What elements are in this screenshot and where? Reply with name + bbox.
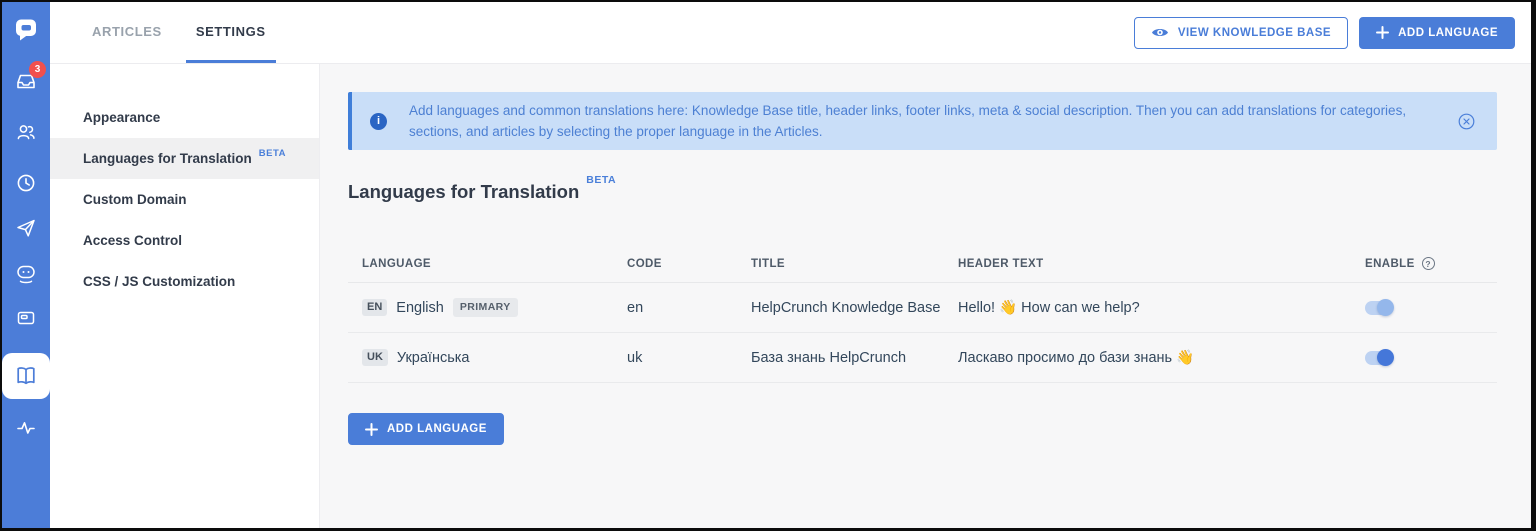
helpcrunch-app-window: 3 ARTICLES SETTINGS VIEW KNOWLEDGE BASE … <box>0 0 1536 531</box>
table-row-english: EN English PRIMARY en HelpCrunch Knowled… <box>348 283 1497 333</box>
people-icon <box>17 125 35 140</box>
sidebar-item-label: Custom Domain <box>83 192 187 207</box>
sidebar-item-label: Languages for Translation <box>83 151 252 166</box>
column-header-header-text: HEADER TEXT <box>958 257 1044 270</box>
add-language-label: ADD LANGUAGE <box>387 423 487 435</box>
sidebar-item-label: Access Control <box>83 233 183 248</box>
language-code-badge: UK <box>362 349 388 366</box>
languages-table: LANGUAGE CODE TITLE HEADER TEXT ENABLE ?… <box>348 245 1497 383</box>
column-header-language: LANGUAGE <box>362 257 432 270</box>
toggle-knob <box>1377 299 1394 316</box>
column-header-enable: ENABLE ? <box>1365 257 1497 270</box>
clock-icon <box>17 174 35 192</box>
chatbot-icon[interactable] <box>14 262 38 286</box>
tab-settings[interactable]: SETTINGS <box>185 2 276 63</box>
sidebar-item-custom-domain[interactable]: Custom Domain <box>50 179 319 220</box>
add-language-label: ADD LANGUAGE <box>1398 26 1498 39</box>
sidebar-item-access-control[interactable]: Access Control <box>50 220 319 261</box>
inbox-unread-badge: 3 <box>29 61 46 78</box>
paper-plane-icon <box>17 219 35 237</box>
add-language-button-top[interactable]: ADD LANGUAGE <box>1359 16 1515 49</box>
add-language-button-bottom[interactable]: ADD LANGUAGE <box>348 413 504 445</box>
language-name: Українська <box>396 349 470 366</box>
inbox-icon[interactable]: 3 <box>15 61 46 92</box>
banner-close-icon[interactable] <box>1458 113 1475 130</box>
eye-icon <box>1151 28 1168 37</box>
sidebar-item-css-js-customization[interactable]: CSS / JS Customization <box>50 261 319 302</box>
card-icon <box>17 311 35 325</box>
page-title: Languages for Translation <box>348 181 580 202</box>
language-cell: UK Українська <box>362 349 627 366</box>
chat-bubble-logo-icon <box>16 19 36 41</box>
campaigns-icon[interactable] <box>15 217 37 239</box>
helpcrunch-logo-icon[interactable] <box>12 15 40 43</box>
sidebar-item-appearance[interactable]: Appearance <box>50 97 319 138</box>
language-cell: EN English PRIMARY <box>362 298 627 317</box>
knowledge-base-icon[interactable] <box>2 353 50 399</box>
top-bar: ARTICLES SETTINGS VIEW KNOWLEDGE BASE AD… <box>50 2 1531 64</box>
analytics-icon[interactable] <box>15 417 37 439</box>
title-cell: База знань HelpCrunch <box>751 349 907 366</box>
enable-label: ENABLE <box>1365 257 1415 270</box>
sidebar-item-label: CSS / JS Customization <box>83 274 236 289</box>
table-row-ukrainian: UK Українська uk База знань HelpCrunch Л… <box>348 333 1497 383</box>
code-cell: en <box>627 299 644 316</box>
robot-icon <box>17 265 35 284</box>
widget-icon[interactable] <box>15 307 37 329</box>
open-book-icon <box>17 367 35 385</box>
enable-toggle-english[interactable] <box>1365 299 1394 316</box>
tab-articles[interactable]: ARTICLES <box>82 2 172 63</box>
history-icon[interactable] <box>15 172 37 194</box>
page-title-beta-badge: BETA <box>586 174 617 186</box>
title-cell: HelpCrunch Knowledge Base <box>751 299 941 316</box>
column-header-code: CODE <box>627 257 662 270</box>
help-icon[interactable]: ? <box>1421 257 1435 270</box>
column-header-title: TITLE <box>751 257 785 270</box>
view-knowledge-base-button[interactable]: VIEW KNOWLEDGE BASE <box>1133 16 1349 49</box>
page-title-row: Languages for Translation BETA <box>348 174 1497 203</box>
contacts-icon[interactable] <box>15 121 37 143</box>
pulse-icon <box>17 422 35 434</box>
sidebar-item-languages-for-translation[interactable]: Languages for Translation BETA <box>50 138 319 179</box>
enable-toggle-ukrainian[interactable] <box>1365 349 1394 366</box>
main-content: i Add languages and common translations … <box>320 64 1531 528</box>
primary-badge: PRIMARY <box>452 298 518 317</box>
plus-icon <box>1376 26 1390 39</box>
info-banner: i Add languages and common translations … <box>348 92 1497 150</box>
info-icon: i <box>370 112 387 130</box>
settings-sidebar: Appearance Languages for Translation BET… <box>50 64 320 528</box>
toggle-knob <box>1377 349 1394 366</box>
kb-tabs: ARTICLES SETTINGS <box>82 2 290 63</box>
beta-badge: BETA <box>258 148 286 159</box>
table-header-row: LANGUAGE CODE TITLE HEADER TEXT ENABLE ? <box>348 245 1497 283</box>
header-text-cell: Ласкаво просимо до бази знань 👋 <box>958 350 1195 366</box>
code-cell: uk <box>627 349 643 366</box>
header-text-cell: Hello! 👋 How can we help? <box>958 300 1140 316</box>
language-name: English <box>396 299 444 316</box>
circled-x-icon <box>1458 113 1475 129</box>
app-rail: 3 <box>2 2 50 528</box>
sidebar-item-label: Appearance <box>83 110 161 125</box>
info-banner-text: Add languages and common translations he… <box>409 103 1407 139</box>
language-code-badge: EN <box>362 299 388 316</box>
plus-icon <box>365 422 378 436</box>
view-kb-label: VIEW KNOWLEDGE BASE <box>1177 26 1332 39</box>
topbar-actions: VIEW KNOWLEDGE BASE ADD LANGUAGE <box>1133 2 1515 63</box>
